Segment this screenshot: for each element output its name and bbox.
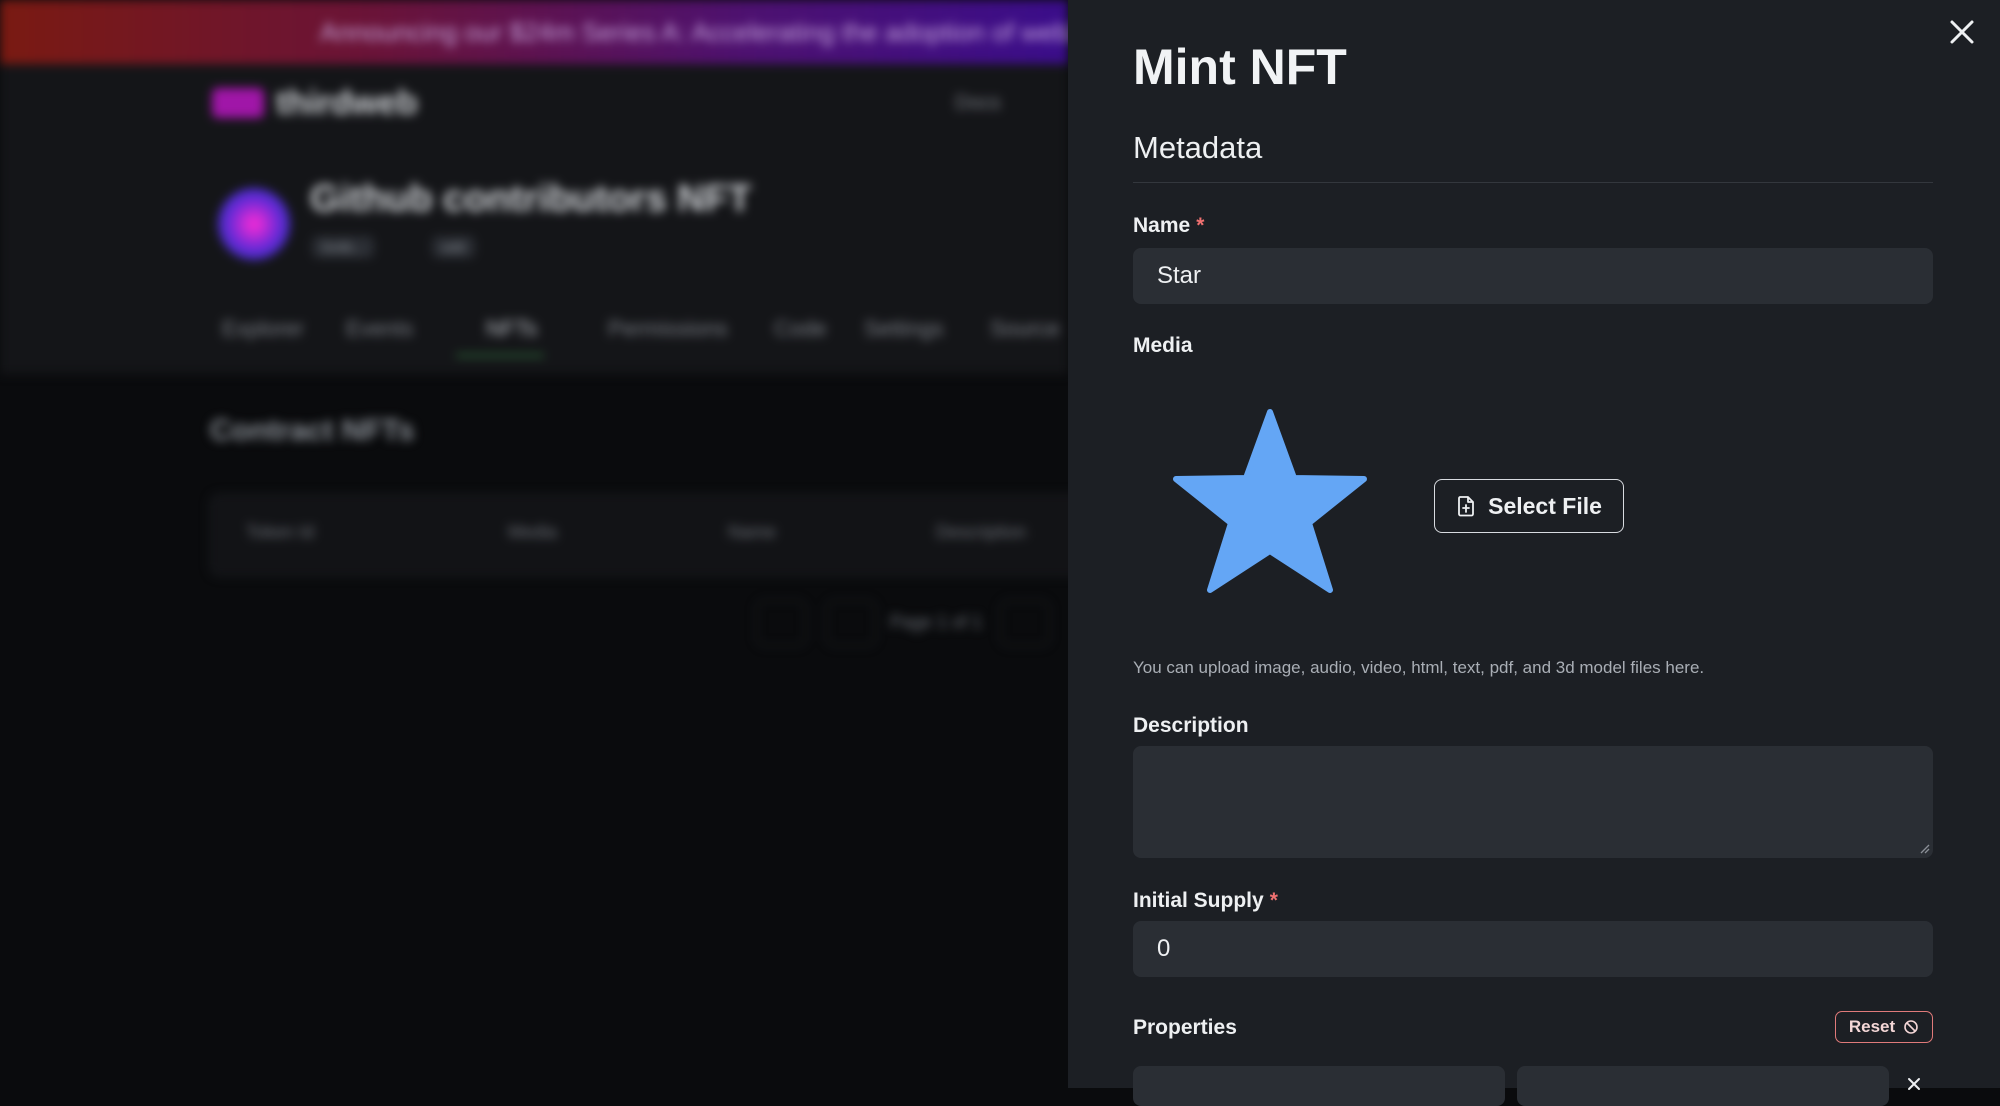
active-tab-indicator (456, 354, 544, 357)
tab-source: Source (990, 316, 1060, 341)
reset-icon (1904, 1020, 1918, 1034)
select-file-button[interactable]: Select File (1434, 479, 1624, 533)
top-navigation (0, 64, 1068, 144)
tab-explorer: Explorer (222, 316, 304, 341)
pager-first-button (756, 600, 806, 646)
file-upload-icon (1458, 496, 1475, 517)
media-label: Media (1133, 334, 1193, 357)
pager-text: Page 1 of 1 (890, 612, 983, 632)
tab-events: Events (346, 316, 414, 341)
name-label-text: Name (1133, 214, 1191, 237)
table-header-description: Description (936, 522, 1027, 542)
tab-code: Code (774, 316, 827, 341)
background-blur-layer: Announcing our $24m Series A: Accelerati… (0, 0, 1068, 1088)
thirdweb-logo-icon (212, 88, 264, 118)
initial-supply-input[interactable] (1133, 921, 1933, 977)
nav-link-docs: Docs (955, 92, 1001, 114)
metadata-heading: Metadata (1133, 130, 1263, 165)
description-label: Description (1133, 714, 1249, 737)
contract-avatar (218, 188, 290, 260)
star-media-preview (1173, 409, 1367, 593)
table-header-media: Media (508, 522, 558, 542)
remove-property-icon[interactable] (1906, 1076, 1922, 1092)
description-textarea[interactable] (1133, 746, 1933, 858)
contract-title: Github contributors NFT (310, 178, 752, 220)
logo-text: thirdweb (276, 84, 418, 122)
resize-grip-icon[interactable] (1918, 842, 1930, 854)
pager-prev-button (826, 600, 876, 646)
contract-address-chip: 0x4b... (312, 236, 375, 258)
announcement-text: Announcing our $24m Series A: Accelerati… (320, 16, 1068, 47)
media-help-text: You can upload image, audio, video, html… (1133, 658, 1705, 677)
close-icon[interactable] (1944, 14, 1980, 50)
name-label: Name * (1133, 214, 1204, 238)
drawer-title: Mint NFT (1133, 39, 1347, 95)
metadata-divider (1133, 182, 1933, 183)
initial-supply-label: Initial Supply * (1133, 889, 1278, 913)
tab-settings: Settings (864, 316, 944, 341)
properties-label: Properties (1133, 1016, 1237, 1039)
contract-nfts-title: Contract NFTs (210, 414, 415, 447)
announcement-banner: Announcing our $24m Series A: Accelerati… (0, 0, 1068, 64)
table-header-token-id: Token Id (246, 522, 315, 542)
name-input[interactable] (1133, 248, 1933, 304)
tab-permissions: Permissions (608, 316, 728, 341)
property-value-input[interactable] (1517, 1066, 1889, 1106)
reset-label: Reset (1848, 1017, 1896, 1036)
initial-supply-label-text: Initial Supply (1133, 889, 1264, 912)
pager-next-button (1000, 600, 1050, 646)
tab-nfts: NFTs (486, 316, 538, 341)
reset-button[interactable]: Reset (1835, 1011, 1933, 1043)
property-key-input[interactable] (1133, 1066, 1505, 1106)
required-indicator: * (1196, 214, 1205, 237)
select-file-label: Select File (1488, 492, 1602, 519)
contract-chip: edit (432, 236, 475, 258)
background-app: Announcing our $24m Series A: Accelerati… (0, 0, 1068, 1088)
table-header-name: Name (728, 522, 777, 542)
required-indicator: * (1269, 889, 1278, 912)
